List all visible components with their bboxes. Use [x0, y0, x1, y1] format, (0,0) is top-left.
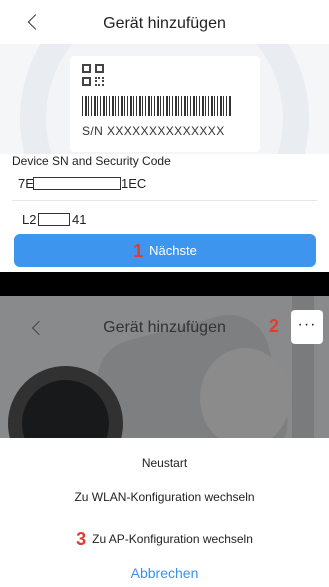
- camera-illustration: Gerät hinzufügen 2 ···: [0, 296, 329, 438]
- code-suffix: 41: [72, 212, 87, 227]
- serial-number-field[interactable]: 7E 1EC: [18, 172, 318, 196]
- cancel-button[interactable]: Abbrechen: [0, 565, 329, 581]
- serial-suffix: 1EC: [121, 176, 147, 191]
- device-label-illustration: S/N XXXXXXXXXXXXXX: [0, 44, 329, 154]
- next-button-label: Nächste: [149, 243, 197, 258]
- menu-item-wlan-config[interactable]: Zu WLAN-Konfiguration wechseln: [0, 490, 329, 504]
- security-code-field[interactable]: L2 41: [22, 208, 322, 232]
- field-divider: [12, 200, 317, 201]
- serial-redaction: [33, 177, 121, 190]
- serial-prefix: 7E: [18, 176, 34, 191]
- dim-overlay[interactable]: [0, 296, 329, 438]
- code-prefix: L2: [22, 212, 37, 227]
- device-label-card: S/N XXXXXXXXXXXXXX: [70, 56, 260, 152]
- page-title-dimmed: Gerät hinzufügen: [103, 319, 226, 336]
- step-marker-1: 1: [133, 241, 144, 261]
- next-button[interactable]: 1 Nächste: [14, 234, 316, 267]
- menu-item-ap-config[interactable]: 3 Zu AP-Konfiguration wechseln: [0, 529, 329, 550]
- menu-item-restart[interactable]: Neustart: [0, 456, 329, 470]
- barcode-icon: [82, 96, 232, 116]
- menu-item-ap-config-label: Zu AP-Konfiguration wechseln: [92, 532, 253, 546]
- top-header: Gerät hinzufügen: [0, 0, 329, 44]
- step-marker-2: 2: [269, 316, 280, 336]
- step-marker-3: 3: [76, 529, 87, 549]
- overlay-screen: Gerät hinzufügen 2 ··· Neustart Zu WLAN-…: [0, 296, 329, 587]
- page-title: Gerät hinzufügen: [103, 15, 226, 32]
- section-title: Device SN and Security Code: [12, 154, 171, 168]
- code-redaction: [38, 213, 70, 226]
- separator-band: [0, 272, 329, 296]
- action-sheet: Neustart Zu WLAN-Konfiguration wechseln …: [0, 438, 329, 587]
- more-options-button[interactable]: ···: [291, 310, 323, 344]
- qr-code-icon: [82, 64, 104, 86]
- serial-number-label: S/N XXXXXXXXXXXXXX: [82, 124, 225, 138]
